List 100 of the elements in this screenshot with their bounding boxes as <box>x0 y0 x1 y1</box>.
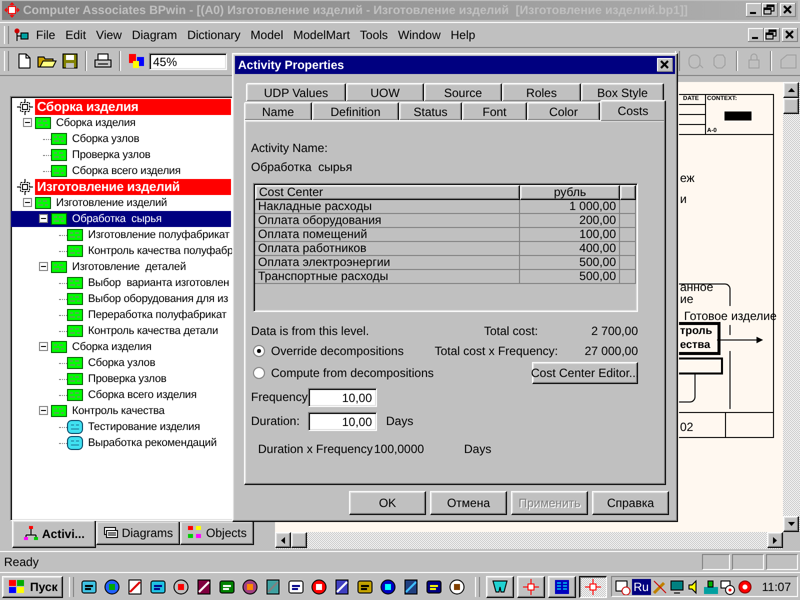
color-squares-icon[interactable] <box>127 52 145 70</box>
tree-item[interactable]: Тестирование изделия <box>11 418 231 434</box>
panel-tab[interactable]: Diagrams <box>96 522 180 544</box>
program-icon[interactable] <box>264 578 282 596</box>
tree-item[interactable]: Обработка сырья <box>11 210 231 226</box>
menu-item[interactable]: File <box>31 26 60 44</box>
dialog-tab[interactable]: Status <box>399 102 462 120</box>
tree-item[interactable]: Переработка полуфабрикат <box>11 306 231 322</box>
dialog-tab[interactable]: Costs <box>600 100 666 121</box>
tree-item[interactable]: Сборка узлов <box>11 130 231 146</box>
menu-item[interactable]: Dictionary <box>182 26 246 44</box>
collapse-icon[interactable] <box>23 198 32 207</box>
menu-item[interactable]: Edit <box>60 26 92 44</box>
radio-button[interactable] <box>253 345 265 357</box>
tree-item[interactable]: Выработка рекомендаций <box>11 434 231 450</box>
print-icon[interactable] <box>93 52 113 70</box>
collapse-icon[interactable] <box>39 214 48 223</box>
status-panel <box>732 554 764 570</box>
block-icon <box>67 306 83 322</box>
dialog-tab[interactable]: UDP Values <box>246 83 346 101</box>
close-button[interactable] <box>782 28 798 42</box>
input-field[interactable]: 10,00 <box>308 412 377 430</box>
tree-item[interactable]: Изготовление деталей <box>11 258 231 274</box>
program-icon[interactable] <box>424 578 443 596</box>
restore-button[interactable] <box>762 3 778 18</box>
tree-item[interactable]: Сборка изделия <box>11 114 231 130</box>
program-icon[interactable] <box>378 578 397 596</box>
menu-item[interactable]: ModelMart <box>288 26 355 44</box>
program-icon[interactable] <box>356 578 374 596</box>
program-icon[interactable] <box>402 578 420 596</box>
program-icon[interactable] <box>172 578 190 596</box>
program-icon[interactable] <box>332 578 351 596</box>
program-icon[interactable] <box>148 578 167 596</box>
dialog-tab[interactable]: UOW <box>346 83 424 101</box>
scroll-right-icon[interactable] <box>773 536 777 544</box>
menu-item[interactable]: View <box>91 26 127 44</box>
column-header[interactable]: рубль <box>520 185 620 200</box>
panel-tab[interactable]: Objects <box>180 522 254 544</box>
program-icon[interactable] <box>218 578 236 596</box>
scroll-thumb[interactable] <box>783 98 799 114</box>
radio-button[interactable] <box>253 367 265 379</box>
tree-item[interactable]: Сборка всего изделия <box>11 386 231 402</box>
program-icon[interactable] <box>194 578 213 596</box>
menu-item[interactable]: Window <box>392 26 446 44</box>
zoom-combo[interactable]: 45% <box>149 52 227 70</box>
tree-item[interactable]: Контроль качества полуфабр <box>11 242 231 258</box>
tree-item[interactable]: Сборка узлов <box>11 354 231 370</box>
close-button[interactable] <box>657 58 673 72</box>
program-icon[interactable] <box>80 578 98 596</box>
tree-item[interactable]: Контроль качества детали <box>11 322 231 338</box>
tree-item[interactable]: Контроль качества <box>11 402 231 418</box>
program-icon[interactable] <box>448 578 466 596</box>
dialog-button[interactable]: Отмена <box>430 491 507 515</box>
minimize-button[interactable] <box>746 3 762 18</box>
program-icon[interactable] <box>310 578 328 596</box>
column-header[interactable]: Cost Center <box>255 185 520 200</box>
network-icon <box>702 578 719 594</box>
start-button[interactable]: Пуск <box>2 576 63 598</box>
dialog-button[interactable]: Справка <box>592 491 669 515</box>
program-icon[interactable] <box>102 578 121 596</box>
collapse-icon[interactable] <box>39 406 48 415</box>
collapse-icon[interactable] <box>39 262 48 271</box>
menu-item[interactable]: Diagram <box>126 26 182 44</box>
dialog-tab[interactable]: Font <box>462 102 527 120</box>
minimize-button[interactable] <box>748 28 764 42</box>
dialog-tab[interactable]: Roles <box>502 83 581 101</box>
close-button[interactable] <box>780 3 796 18</box>
language-indicator[interactable]: Ru <box>632 578 651 594</box>
program-icon[interactable] <box>240 578 259 596</box>
panel-tab[interactable]: Activi... <box>12 520 96 548</box>
scroll-down-icon[interactable] <box>788 522 794 526</box>
dialog-tab[interactable]: Source <box>424 83 502 101</box>
tree-item[interactable]: Проверка узлов <box>11 370 231 386</box>
tree-item[interactable]: Сборка всего изделия <box>11 162 231 178</box>
cost-center-editor-button[interactable]: Cost Center Editor... <box>532 362 638 384</box>
collapse-icon[interactable] <box>39 342 48 351</box>
dialog-button[interactable]: OK <box>349 491 426 515</box>
menu-item[interactable]: Help <box>446 26 480 44</box>
dialog-tab[interactable]: Name <box>244 102 312 120</box>
tree-item[interactable]: Изготовление полуфабрикат <box>11 226 231 242</box>
program-icon[interactable] <box>286 578 305 596</box>
save-icon[interactable] <box>61 52 79 70</box>
dialog-tab[interactable]: Box Style <box>581 83 664 101</box>
tree-item[interactable]: Изготовление изделий <box>11 194 231 210</box>
dialog-tab[interactable]: Color <box>527 102 600 120</box>
menu-item[interactable]: Tools <box>354 26 393 44</box>
program-icon[interactable] <box>126 578 144 596</box>
input-field[interactable]: 10,00 <box>308 388 377 406</box>
task-button[interactable] <box>578 576 607 598</box>
menu-item[interactable]: Model <box>246 26 288 44</box>
collapse-icon[interactable] <box>23 118 32 127</box>
tree-item[interactable]: Выбор оборудования для из <box>11 290 231 306</box>
scroll-left-icon[interactable] <box>281 536 285 544</box>
dialog-tab[interactable]: Definition <box>312 102 399 120</box>
tree-item[interactable]: Проверка узлов <box>11 146 231 162</box>
scroll-thumb[interactable] <box>291 532 307 548</box>
tree-item[interactable]: Выбор варианта изготовлен <box>11 274 231 290</box>
tree-item[interactable]: Сборка изделия <box>11 338 231 354</box>
restore-button[interactable] <box>764 28 780 42</box>
scroll-up-icon[interactable] <box>788 88 794 92</box>
